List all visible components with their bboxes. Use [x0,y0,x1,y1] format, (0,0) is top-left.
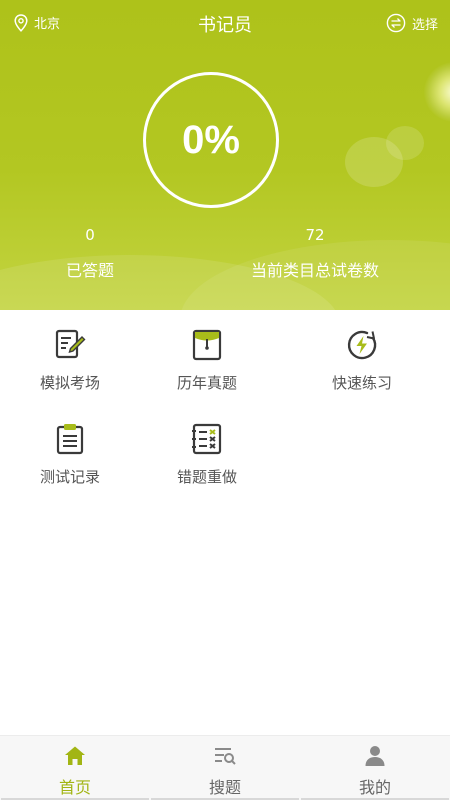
menu-label: 历年真题 [176,374,237,392]
answered-count: 0 [85,226,95,244]
total-papers-label: 当前类目总试卷数 [250,261,379,280]
menu-test-records[interactable]: 测试记录 [10,422,130,487]
progress-percent: 0% [182,117,240,162]
nav-label: 搜题 [208,778,241,797]
bottom-navigation: 首页 搜题 我的 [0,735,450,800]
lightning-icon [347,330,377,360]
menu-label: 错题重做 [176,468,237,486]
nav-label: 首页 [58,778,91,797]
answered-stat: 0 已答题 [40,226,140,281]
nav-profile[interactable]: 我的 [301,736,449,800]
select-category-button[interactable]: 选择 [386,13,438,33]
clipboard-icon [56,424,84,455]
menu-label: 测试记录 [39,468,100,486]
page-title: 书记员 [198,15,252,36]
total-papers-count: 72 [305,226,325,244]
decor-sun [424,62,450,122]
nav-label: 我的 [358,778,391,797]
total-papers-stat: 72 当前类目总试卷数 [230,226,400,281]
menu-label: 快速练习 [331,374,392,392]
hero-header: 北京 书记员 选择 0% 0 已答题 72 当前类目总试卷数 [0,0,450,310]
select-label: 选择 [411,17,438,33]
menu-mock-exam[interactable]: 模拟考场 [10,328,130,393]
wrong-answers-list-icon [192,423,222,455]
home-icon [65,746,85,765]
nav-search-questions[interactable]: 搜题 [151,736,299,800]
progress-ring: 0% [143,72,279,208]
answered-label: 已答题 [65,261,114,280]
nav-home[interactable]: 首页 [1,736,149,800]
user-icon [365,746,385,766]
top-bar: 北京 书记员 选择 [0,0,450,46]
menu-quick-practice[interactable]: 快速练习 [302,328,422,393]
past-papers-folder-icon [192,329,222,361]
exam-edit-icon [55,329,86,359]
search-list-icon [215,748,236,765]
menu-label: 模拟考场 [39,374,100,392]
switch-icon [386,13,406,33]
menu-past-papers[interactable]: 历年真题 [147,328,267,393]
menu-redo-wrong[interactable]: 错题重做 [147,422,267,487]
decor-bubble [386,126,424,160]
